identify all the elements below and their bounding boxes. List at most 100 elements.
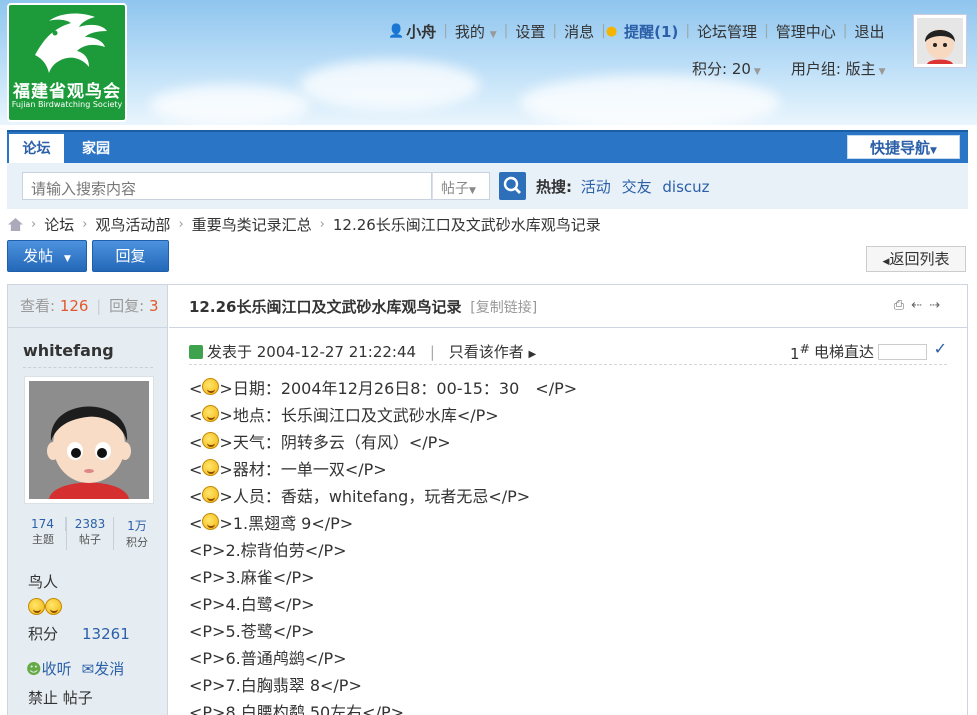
- stat-label: 帖子: [79, 533, 101, 546]
- author-avatar[interactable]: [24, 376, 154, 504]
- stat-value: 2383: [74, 517, 106, 531]
- print-icon[interactable]: ⎙: [894, 298, 911, 313]
- group-dropdown[interactable]: 用户组: 版主 ▼: [791, 58, 886, 79]
- breadcrumb-item[interactable]: 论坛: [44, 214, 74, 235]
- follow-link[interactable]: ☻收听: [26, 658, 72, 679]
- tag-open: <: [189, 514, 203, 533]
- hot-search: 热搜: 活动 交友 discuz: [536, 176, 716, 197]
- logo-name: 福建省观鸟会: [13, 82, 121, 102]
- group-label: 用户组: 版主: [790, 60, 876, 78]
- smiley-icon: [202, 513, 220, 530]
- floor-jump-input[interactable]: [878, 344, 927, 360]
- stat-label: 主题: [32, 533, 54, 546]
- post-line: < >1.黑翅鸢 9</P>: [189, 510, 577, 537]
- breadcrumb-item[interactable]: 重要鸟类记录汇总: [192, 214, 312, 235]
- thread-title-row: 12.26长乐闽江口及文武砂水库观鸟记录 [复制链接] ⎙⇠⇢: [169, 285, 967, 328]
- search-button[interactable]: [499, 172, 526, 200]
- views-label: 查看:: [20, 297, 56, 315]
- stat-posts[interactable]: 2383 帖子: [67, 517, 114, 550]
- floor-value: 1: [789, 345, 800, 363]
- new-post-button[interactable]: 发帖 ▼: [7, 240, 87, 272]
- go-icon[interactable]: ✓: [934, 339, 947, 358]
- post-line-text: <P>7.白胸翡翠 8</P>: [189, 676, 362, 695]
- post-line: <P>8.白腰杓鹬 50左右</P>: [189, 699, 577, 715]
- score-label: 积分: [28, 625, 59, 643]
- breadcrumb-item[interactable]: 观鸟活动部: [95, 214, 170, 235]
- hot-label: 热搜:: [536, 178, 572, 196]
- reply-button[interactable]: 回复: [92, 240, 169, 272]
- forum-admin-link[interactable]: 论坛管理: [690, 21, 764, 42]
- post-line: < >日期：2004年12月26日8：00-15：30 </P>: [189, 375, 577, 402]
- search-type-label: 帖子: [441, 181, 469, 197]
- user-avatar[interactable]: [913, 14, 967, 68]
- author-badges: [28, 598, 62, 618]
- floor-mark: #: [799, 341, 810, 356]
- smiley-icon: [45, 598, 62, 615]
- user-name-link[interactable]: 小舟: [404, 21, 443, 42]
- avatar-icon: [29, 381, 149, 499]
- only-author-link[interactable]: 只看该作者 ▶: [449, 343, 537, 361]
- breadcrumb-arrow: ›: [178, 217, 184, 232]
- author-name[interactable]: whitefang: [23, 341, 114, 360]
- post-line-text: >地点：长乐闽江口及文武砂水库</P>: [219, 406, 499, 425]
- tab-home[interactable]: 家园: [73, 134, 119, 165]
- settings-link[interactable]: 设置: [508, 21, 552, 42]
- search-input[interactable]: 请输入搜索内容: [22, 172, 432, 200]
- ban-link[interactable]: 禁止 帖子: [28, 687, 93, 708]
- post-line-text: <P>4.白鹭</P>: [189, 595, 315, 614]
- post-line-text: <P>5.苍鹭</P>: [189, 622, 315, 641]
- search-type-select[interactable]: 帖子▼: [432, 172, 490, 200]
- stat-credits[interactable]: 1万 积分: [114, 517, 160, 550]
- home-icon[interactable]: [8, 218, 23, 231]
- hot-word[interactable]: 交友: [622, 178, 652, 196]
- top-user-nav: 👤 小舟 | 我的 ▼ | 设置 | 消息 | ● 提醒(1) | 论坛管理 |…: [388, 20, 892, 42]
- floor-number: 1#: [790, 341, 810, 363]
- breadcrumb-arrow: ›: [82, 217, 88, 232]
- views-count: 126: [59, 297, 89, 315]
- divider: |: [96, 297, 102, 315]
- admin-center-link[interactable]: 管理中心: [769, 21, 843, 42]
- lift-label: 电梯直达: [813, 343, 874, 361]
- quick-nav-button[interactable]: 快捷导航▼: [847, 135, 960, 159]
- logout-link[interactable]: 退出: [848, 21, 892, 42]
- post-line: <P>6.普通鸬鹚</P>: [189, 645, 577, 672]
- copy-link[interactable]: [复制链接]: [470, 300, 537, 316]
- hot-word[interactable]: discuz: [662, 178, 709, 196]
- author-actions: ☻收听 ✉发消: [26, 658, 124, 679]
- follow-label: 收听: [41, 660, 72, 678]
- remind-link[interactable]: 提醒(1): [617, 21, 685, 42]
- site-logo[interactable]: 福建省观鸟会 Fujian Birdwatching Society: [7, 3, 127, 122]
- post-line: <P>5.苍鹭</P>: [189, 618, 577, 645]
- tag-open: <: [189, 460, 203, 479]
- chevron-down-icon: ▼: [878, 67, 886, 77]
- next-thread-icon[interactable]: ⇢: [929, 298, 947, 313]
- author-stats: 174 主题 2383 帖子 1万 积分: [20, 517, 160, 550]
- user-info-row: 积分: 20 ▼ 用户组: 版主 ▼: [692, 58, 886, 79]
- stat-threads[interactable]: 174 主题: [20, 517, 67, 550]
- post-line-text: <P>6.普通鸬鹚</P>: [189, 649, 347, 668]
- search-bar: 请输入搜索内容 帖子▼ 热搜: 活动 交友 discuz: [7, 163, 968, 209]
- tab-forum[interactable]: 论坛: [9, 134, 64, 165]
- points-dropdown[interactable]: 积分: 20 ▼: [692, 58, 761, 79]
- post-line-text: >器材：一单一双</P>: [219, 460, 387, 479]
- breadcrumb-arrow: ›: [31, 217, 37, 232]
- back-to-list-button[interactable]: ◀返回列表: [866, 246, 966, 272]
- post-line-text: >1.黑翅鸢 9</P>: [219, 514, 354, 533]
- hot-word[interactable]: 活动: [581, 178, 611, 196]
- score-value: 13261: [82, 625, 130, 643]
- post-line-text: <P>3.麻雀</P>: [189, 568, 315, 587]
- post-line: < >地点：长乐闽江口及文武砂水库</P>: [189, 402, 577, 429]
- smiley-icon: [202, 432, 220, 449]
- bulb-icon: ●: [605, 23, 618, 39]
- message-link[interactable]: ✉发消: [82, 658, 125, 679]
- breadcrumb-item[interactable]: 12.26长乐闽江口及文武砂水库观鸟记录: [333, 214, 601, 235]
- messages-link[interactable]: 消息: [557, 21, 601, 42]
- thread-title: 12.26长乐闽江口及文武砂水库观鸟记录: [189, 298, 462, 316]
- smiley-icon: [202, 405, 220, 422]
- prev-thread-icon[interactable]: ⇠: [911, 298, 929, 313]
- my-link[interactable]: 我的 ▼: [448, 21, 504, 42]
- breadcrumb: › 论坛 › 观鸟活动部 › 重要鸟类记录汇总 › 12.26长乐闽江口及文武砂…: [8, 214, 601, 235]
- cloud: [150, 85, 310, 125]
- divider: [23, 367, 153, 368]
- chevron-down-icon: ▼: [469, 186, 476, 196]
